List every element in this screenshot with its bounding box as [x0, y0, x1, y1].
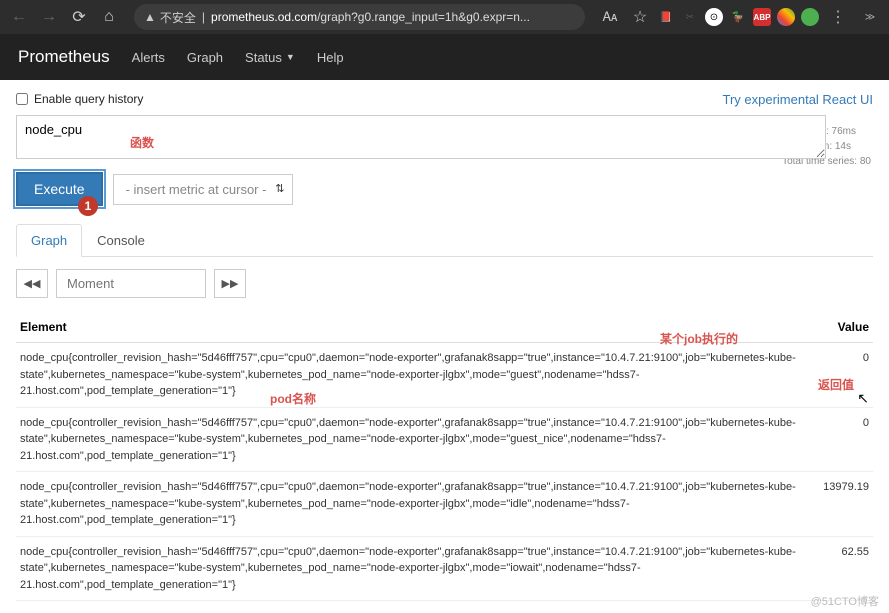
translate-icon[interactable]: 🗛 [597, 4, 623, 30]
element-cell: node_cpu{controller_revision_hash="5d46f… [16, 407, 803, 472]
react-ui-link[interactable]: Try experimental React UI [722, 92, 873, 107]
nav-status[interactable]: Status ▼ [245, 50, 295, 65]
overflow-icon[interactable]: ⋮ [825, 4, 851, 30]
cursor-icon: ↖ [857, 390, 869, 407]
enable-history-checkbox[interactable] [16, 93, 28, 105]
table-row: node_cpu{controller_revision_hash="5d46f… [16, 472, 873, 537]
value-cell: 62.55 [803, 536, 873, 601]
chevron-icon[interactable]: ≫ [857, 4, 883, 30]
value-cell: 13979.19 [803, 472, 873, 537]
tab-graph[interactable]: Graph [16, 224, 82, 257]
nav-alerts[interactable]: Alerts [132, 50, 165, 65]
moment-input[interactable] [56, 269, 206, 298]
table-row: node_cpu{controller_revision_hash="5d46f… [16, 343, 873, 408]
watermark: @51CTO博客 [811, 593, 879, 609]
element-cell: node_cpu{controller_revision_hash="5d46f… [16, 472, 803, 537]
insecure-label: 不安全 [160, 9, 196, 26]
nav-status-label: Status [245, 50, 282, 65]
adblock-icon[interactable]: ABP [753, 8, 771, 26]
extensions: 📕 ✂ ⊙ 🦆 ABP ⋮ ≫ [657, 4, 883, 30]
expression-input[interactable] [16, 115, 826, 159]
main-content: Enable query history Try experimental Re… [0, 80, 889, 613]
results-table: Element Value node_cpu{controller_revisi… [16, 312, 873, 601]
url-bar[interactable]: ▲ 不安全 | prometheus.od.com/graph?g0.range… [134, 4, 585, 30]
url-domain: prometheus.od.com [211, 10, 317, 24]
metric-selector[interactable]: - insert metric at cursor - [113, 174, 294, 205]
value-cell: 0 [803, 407, 873, 472]
ext-icon[interactable]: 📕 [657, 8, 675, 26]
brand-logo[interactable]: Prometheus [18, 47, 110, 67]
back-icon[interactable]: ← [6, 4, 32, 30]
ext-icon[interactable]: ✂ [681, 8, 699, 26]
url-path: /graph?g0.range_input=1h&g0.expr=n... [317, 10, 530, 24]
reload-icon[interactable]: ⟳ [66, 4, 92, 30]
moment-next-button[interactable]: ▶▶ [214, 269, 246, 298]
tab-console[interactable]: Console [82, 224, 160, 256]
forward-icon[interactable]: → [36, 4, 62, 30]
url-separator: | [202, 10, 205, 24]
col-value: Value [803, 312, 873, 343]
enable-history-label: Enable query history [34, 92, 143, 106]
ext-icon[interactable]: ⊙ [705, 8, 723, 26]
home-icon[interactable]: ⌂ [96, 4, 122, 30]
nav-graph[interactable]: Graph [187, 50, 223, 65]
ext-icon[interactable] [777, 8, 795, 26]
moment-prev-button[interactable]: ◀◀ [16, 269, 48, 298]
element-cell: node_cpu{controller_revision_hash="5d46f… [16, 536, 803, 601]
ext-icon[interactable] [801, 8, 819, 26]
table-row: node_cpu{controller_revision_hash="5d46f… [16, 536, 873, 601]
step-badge: 1 [78, 196, 98, 216]
nav-help[interactable]: Help [317, 50, 344, 65]
caret-down-icon: ▼ [286, 52, 295, 62]
star-icon[interactable]: ☆ [627, 4, 653, 30]
url-text: prometheus.od.com/graph?g0.range_input=1… [211, 10, 530, 24]
element-cell: node_cpu{controller_revision_hash="5d46f… [16, 343, 803, 408]
warning-icon: ▲ [144, 10, 156, 24]
col-element: Element [16, 312, 803, 343]
insecure-warning: ▲ 不安全 [144, 9, 196, 26]
app-navbar: Prometheus Alerts Graph Status ▼ Help [0, 34, 889, 80]
browser-toolbar: ← → ⟳ ⌂ ▲ 不安全 | prometheus.od.com/graph?… [0, 0, 889, 34]
table-row: node_cpu{controller_revision_hash="5d46f… [16, 407, 873, 472]
ext-icon[interactable]: 🦆 [729, 8, 747, 26]
enable-history[interactable]: Enable query history [16, 92, 143, 106]
result-tabs: Graph Console [16, 224, 873, 257]
